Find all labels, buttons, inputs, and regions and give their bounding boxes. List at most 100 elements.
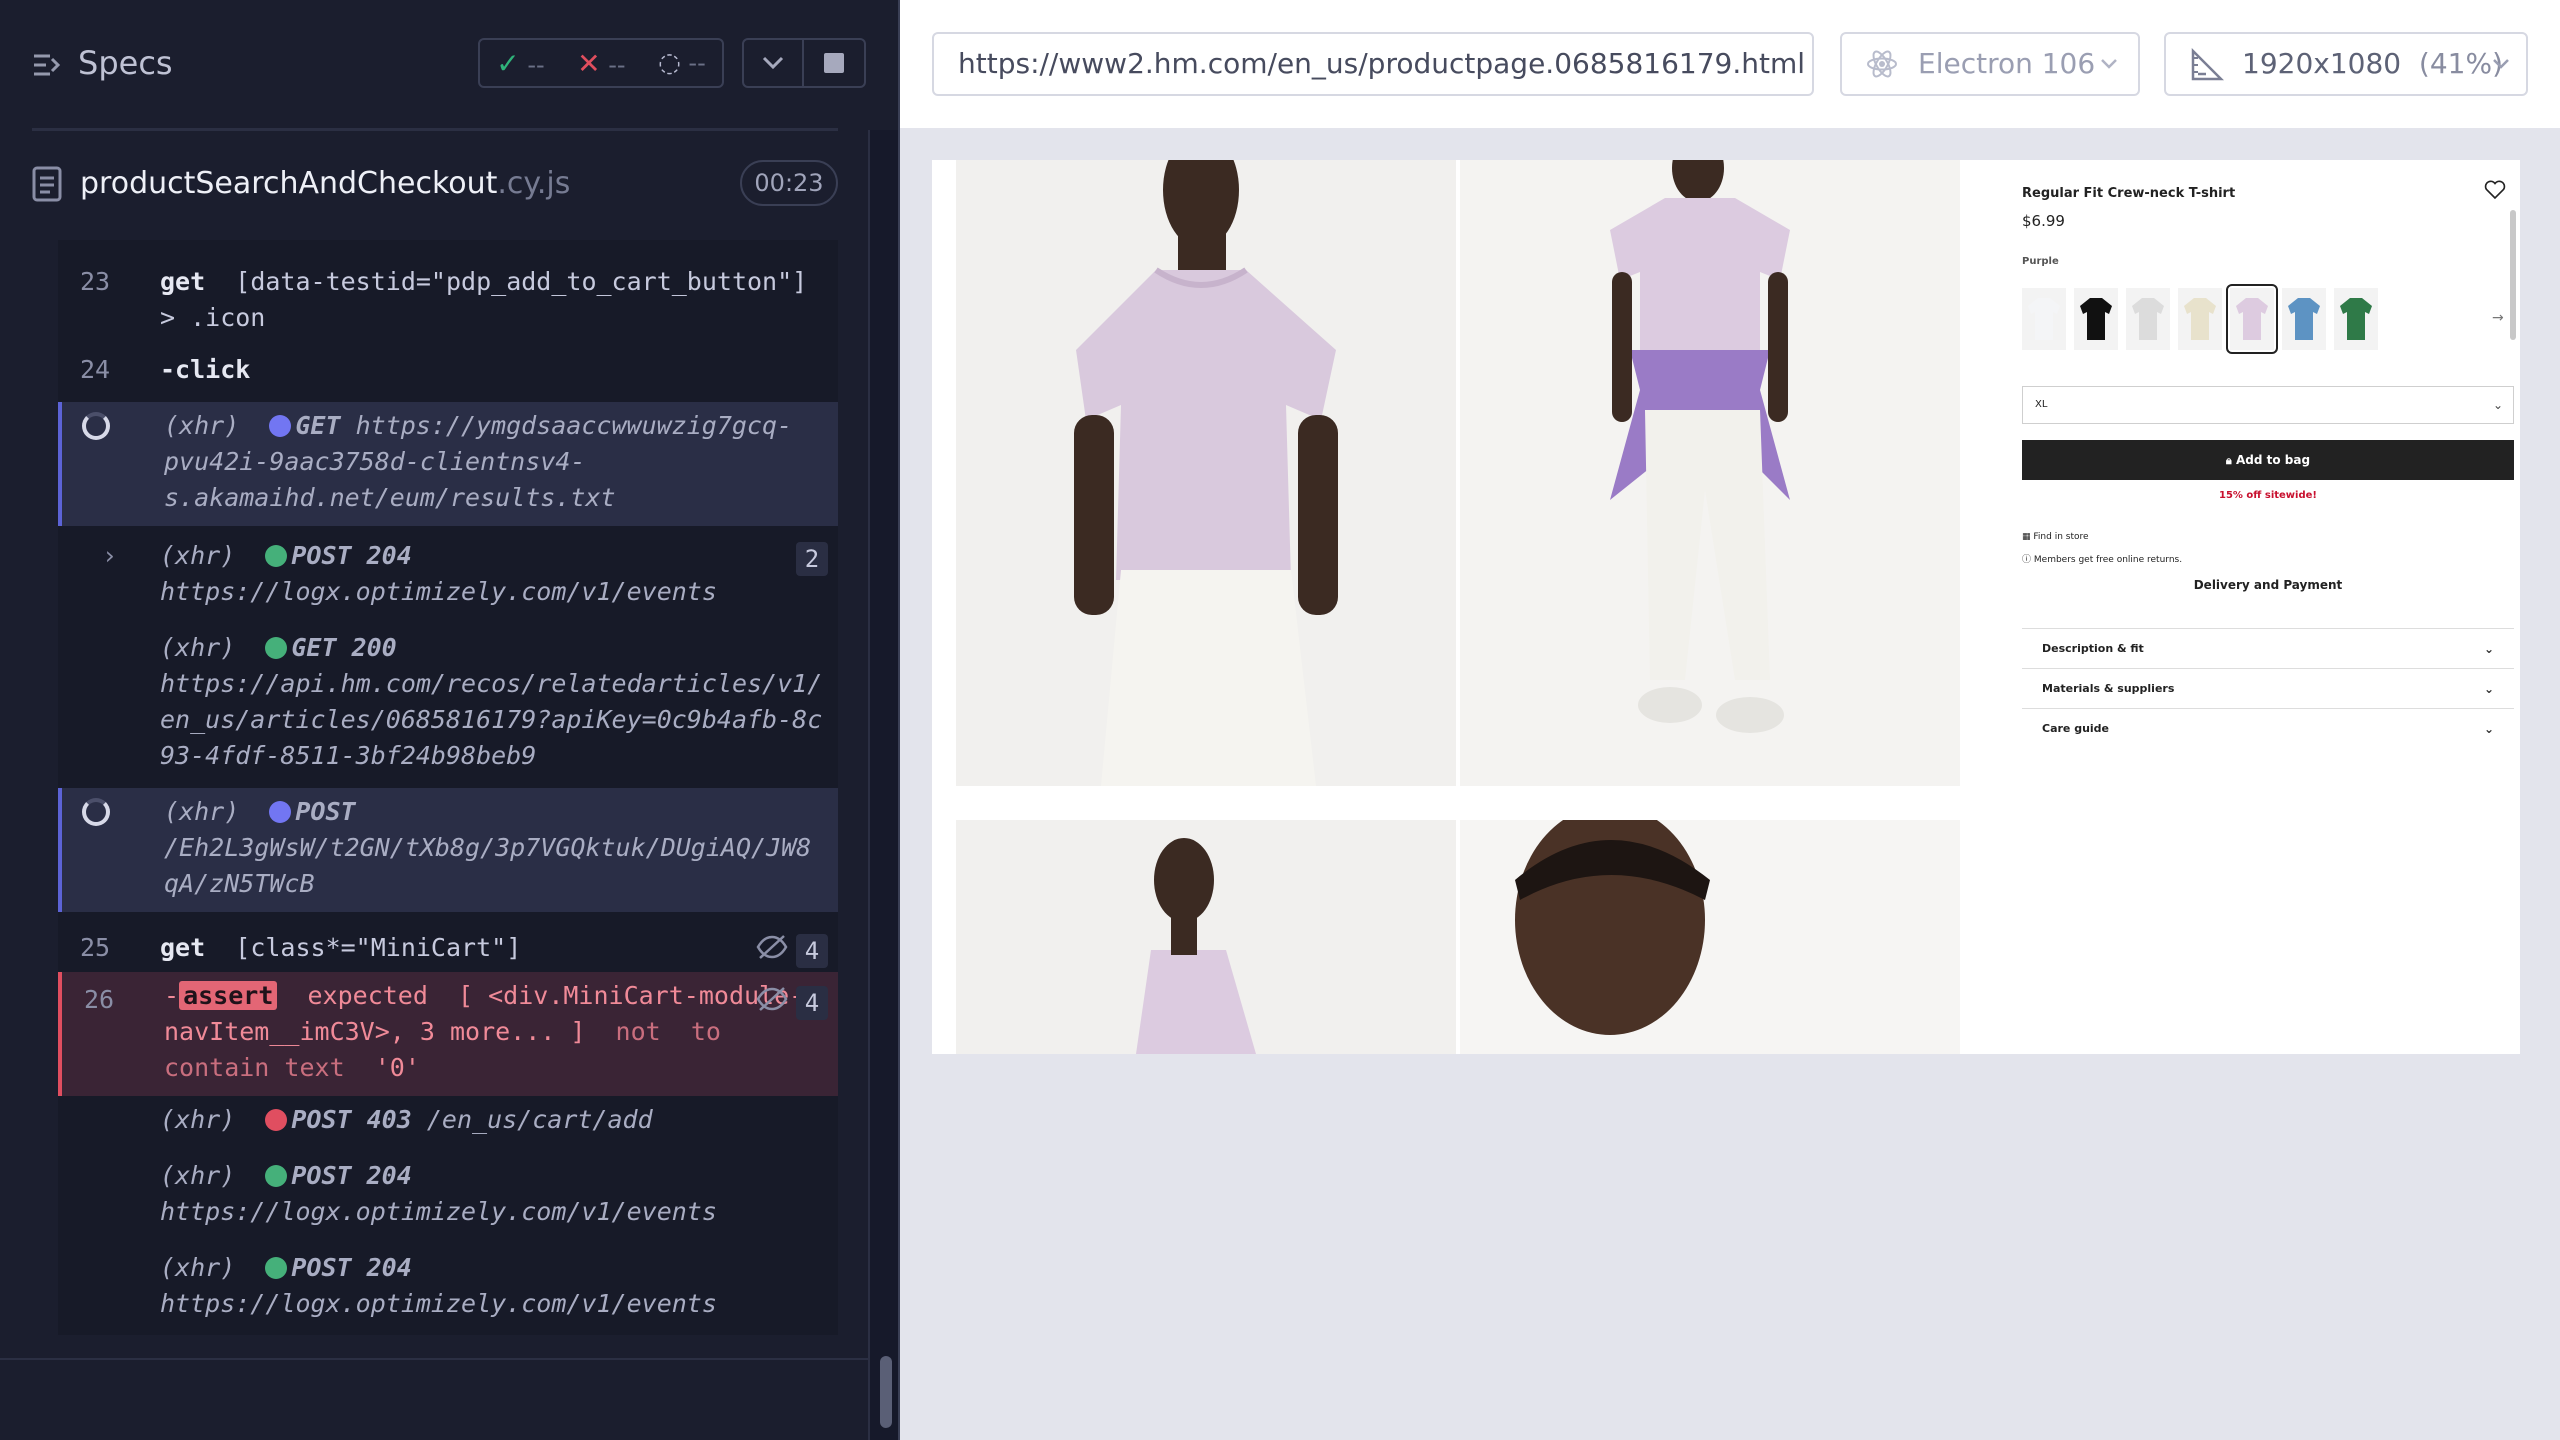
chevron-down-icon — [762, 56, 784, 70]
command-row-25[interactable]: 25 get [class*="MiniCart"] 4 — [58, 922, 838, 978]
passed-stat: ✓ -- — [496, 46, 545, 80]
stop-button[interactable] — [804, 38, 866, 88]
spec-file-header: productSearchAndCheckout.cy.js 00:23 — [0, 150, 900, 234]
count-badge: 4 — [796, 986, 828, 1020]
chevron-down-icon: ⌄ — [2483, 642, 2494, 656]
toggle-auto-scroll-button[interactable] — [742, 38, 804, 88]
specs-title[interactable]: Specs — [78, 44, 173, 82]
product-title: Regular Fit Crew-neck T-shirt — [2022, 186, 2236, 201]
xhr-row[interactable]: (xhr) POST 204 https://logx.optimizely.co… — [58, 1250, 838, 1322]
product-price: $6.99 — [2022, 212, 2065, 230]
chevron-right-icon[interactable]: › — [102, 538, 117, 574]
color-swatch[interactable] — [2226, 284, 2278, 354]
color-swatch[interactable] — [2126, 288, 2170, 350]
bag-icon: 🔒︎ — [2225, 454, 2232, 467]
status-dot — [269, 415, 292, 437]
page-scrollbar[interactable] — [2510, 210, 2516, 340]
xhr-row[interactable]: (xhr) POST 403 /en_us/cart/add — [58, 1102, 838, 1138]
accordion-materials-suppliers[interactable]: Materials & suppliers ⌄ — [2022, 668, 2514, 708]
product-image-portrait[interactable] — [1460, 820, 1960, 1054]
color-swatch[interactable] — [2074, 288, 2118, 350]
command-row-26-failed[interactable]: 26 - assert expected [ <div.MiniCart-modu… — [58, 972, 838, 1096]
specs-list-icon[interactable] — [32, 50, 62, 80]
xhr-url: https://ymgdsaaccwwuwzig7gcq-pvu42i-9aac… — [164, 411, 793, 512]
xhr-row-pending[interactable]: (xhr) GET https://ymgdsaaccwwuwzig7gcq-p… — [58, 402, 838, 526]
xhr-row[interactable]: (xhr) POST 204 https://logx.optimizely.co… — [58, 1158, 838, 1230]
color-swatch[interactable] — [2282, 288, 2326, 350]
accordion-description-fit[interactable]: Description & fit ⌄ — [2022, 628, 2514, 668]
command-row-24[interactable]: 24 -click — [58, 352, 838, 388]
count-badge: 2 — [796, 542, 828, 576]
eye-slash-icon — [756, 935, 788, 959]
command-name: get — [160, 933, 206, 962]
size-select[interactable]: XL ⌄ — [2022, 386, 2514, 424]
xhr-row-pending[interactable]: (xhr) POST/Eh2L3gWsW/t2GN/tXb8g/3p7VGQkt… — [58, 788, 838, 912]
product-info: Regular Fit Crew-neck T-shirt $6.99 Purp… — [1992, 160, 2520, 1054]
spinner-icon: ◌ — [658, 48, 681, 78]
document-icon — [32, 166, 62, 202]
command-list: 23 get [data-testid="pdp_add_to_cart_but… — [58, 240, 838, 1335]
check-icon: ✓ — [496, 46, 520, 80]
info-icon: ⓘ — [2022, 555, 2032, 565]
app-under-test-frame[interactable]: Regular Fit Crew-neck T-shirt $6.99 Purp… — [932, 160, 2520, 1054]
chevron-down-icon: ⌄ — [2483, 722, 2494, 736]
xhr-row[interactable]: › (xhr) POST 204 https://logx.optimizely.… — [58, 538, 838, 610]
command-log-panel: Specs ✓ -- ✕ -- ◌ -- productSearchAndChe… — [0, 0, 900, 1440]
xhr-url: https://logx.optimizely.com/v1/events — [160, 577, 717, 606]
status-dot — [269, 801, 292, 823]
color-swatch[interactable] — [2178, 288, 2222, 350]
product-image-side[interactable] — [956, 820, 1456, 1054]
arrow-right-icon[interactable]: → — [2492, 310, 2504, 326]
product-image-front[interactable] — [956, 160, 1456, 786]
xhr-url: https://logx.optimizely.com/v1/events — [160, 1289, 717, 1318]
test-stats: ✓ -- ✕ -- ◌ -- — [478, 38, 724, 88]
promo-text: 15% off sitewide! — [2219, 490, 2317, 501]
browser-selector[interactable]: Electron 106 — [1840, 32, 2140, 96]
members-info: ⓘ Members get free online returns. — [2022, 555, 2183, 565]
url-display[interactable]: https://www2.hm.com/en_us/productpage.06… — [932, 32, 1814, 96]
command-row-23[interactable]: 23 get [data-testid="pdp_add_to_cart_but… — [58, 264, 838, 336]
stop-icon — [824, 53, 844, 73]
xhr-row[interactable]: (xhr) GET 200 https://api.hm.com/recos/re… — [58, 630, 838, 770]
chevron-down-icon: ⌄ — [2483, 682, 2494, 696]
add-to-bag-button[interactable]: 🔒︎ Add to bag — [2022, 440, 2514, 480]
color-swatch[interactable] — [2022, 288, 2066, 350]
xhr-url: /Eh2L3gWsW/t2GN/tXb8g/3p7VGQktuk/DUgiAQ/… — [164, 833, 812, 898]
spec-filename: productSearchAndCheckout.cy.js — [80, 166, 571, 201]
color-swatch[interactable] — [2334, 288, 2378, 350]
command-selector: [data-testid="pdp_add_to_cart_button"] >… — [160, 267, 808, 332]
panel-resize-handle[interactable] — [898, 0, 900, 1440]
status-dot — [265, 1257, 288, 1279]
spec-duration: 00:23 — [740, 160, 838, 206]
pending-stat: ◌ -- — [658, 48, 706, 78]
specs-header: Specs ✓ -- ✕ -- ◌ -- — [0, 0, 900, 130]
assert-tag: assert — [179, 981, 278, 1010]
status-dot — [265, 545, 288, 567]
eye-slash-icon — [756, 987, 788, 1011]
ruler-icon — [2191, 48, 2224, 81]
cross-icon: ✕ — [577, 46, 601, 80]
scrollbar-thumb[interactable] — [880, 1356, 892, 1428]
electron-icon — [1867, 50, 1897, 78]
heart-icon[interactable] — [2484, 180, 2506, 200]
loading-spinner-icon — [82, 798, 110, 826]
divider — [32, 128, 838, 131]
command-name: get — [160, 267, 206, 296]
find-in-store-link[interactable]: ▦ Find in store — [2022, 532, 2089, 542]
accordion-care-guide[interactable]: Care guide ⌄ — [2022, 708, 2514, 748]
selected-color-label: Purple — [2022, 256, 2059, 267]
count-badge: 4 — [796, 934, 828, 968]
chevron-down-icon — [2101, 59, 2117, 69]
viewport-selector[interactable]: 1920x1080 (41%) — [2164, 32, 2528, 96]
model-portrait-image — [1460, 820, 1960, 1054]
failed-stat: ✕ -- — [577, 46, 626, 80]
product-image-full[interactable] — [1460, 160, 1960, 786]
model-side-image — [956, 820, 1456, 1054]
delivery-payment-link[interactable]: Delivery and Payment — [2022, 578, 2514, 592]
command-name: -click — [160, 355, 251, 384]
divider — [0, 1358, 868, 1360]
model-full-image — [1460, 160, 1960, 786]
command-row-partial — [58, 240, 838, 248]
command-log-scrollbar[interactable] — [868, 130, 900, 1440]
model-front-image — [956, 160, 1456, 786]
